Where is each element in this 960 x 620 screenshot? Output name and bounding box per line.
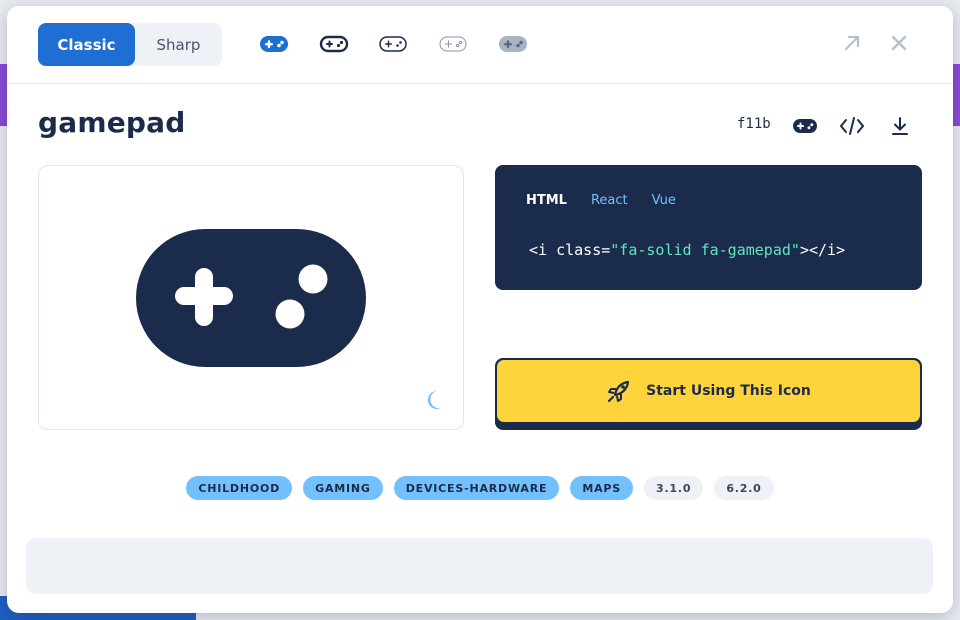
code-prefix: <i class= — [529, 241, 611, 259]
version-badge[interactable]: 6.2.0 — [714, 476, 774, 500]
dark-mode-icon[interactable] — [427, 389, 447, 415]
version-badge[interactable]: 3.1.0 — [643, 476, 704, 500]
family-toggle: Classic Sharp — [38, 23, 222, 66]
thin-gamepad-icon[interactable] — [437, 32, 469, 56]
start-using-button[interactable]: Start Using This Icon — [495, 358, 922, 430]
code-line[interactable]: <i class="fa-solid fa-gamepad"></i> — [529, 241, 845, 259]
download-icon[interactable] — [886, 112, 914, 140]
code-class-value: "fa-solid fa-gamepad" — [610, 241, 800, 259]
expand-icon[interactable] — [841, 32, 863, 58]
modal-toolbar: Classic Sharp — [7, 6, 953, 84]
tag-gaming[interactable]: GAMING — [303, 476, 383, 500]
icon-detail-modal: Classic Sharp gamepad f11b HTML React Vu… — [7, 6, 953, 613]
start-using-face: Start Using This Icon — [497, 360, 920, 422]
modal-footer — [26, 538, 933, 594]
close-icon[interactable] — [889, 32, 909, 58]
solid-gamepad-icon[interactable] — [258, 32, 290, 56]
start-using-label: Start Using This Icon — [646, 383, 811, 399]
tag-devices-hardware[interactable]: DEVICES-HARDWARE — [393, 476, 560, 500]
tab-vue[interactable]: Vue — [652, 193, 676, 208]
tag-list: CHILDHOOD GAMING DEVICES-HARDWARE MAPS 3… — [7, 476, 953, 500]
tag-childhood[interactable]: CHILDHOOD — [186, 476, 293, 500]
gamepad-icon — [136, 229, 366, 367]
sharp-toggle-button[interactable]: Sharp — [135, 23, 222, 66]
rocket-icon — [608, 380, 630, 403]
icon-preview — [38, 165, 464, 430]
tab-react[interactable]: React — [591, 193, 628, 208]
copy-code-icon[interactable] — [838, 112, 866, 140]
code-snippet-panel: HTML React Vue <i class="fa-solid fa-gam… — [495, 165, 922, 290]
regular-gamepad-icon[interactable] — [318, 32, 350, 56]
code-suffix: ></i> — [799, 241, 846, 259]
duotone-gamepad-icon[interactable] — [497, 32, 529, 56]
copy-glyph-icon[interactable] — [791, 112, 819, 140]
icon-title: gamepad — [38, 106, 186, 139]
unicode-code[interactable]: f11b — [737, 116, 771, 132]
tab-html[interactable]: HTML — [526, 193, 567, 208]
classic-toggle-button[interactable]: Classic — [38, 23, 135, 66]
tag-maps[interactable]: MAPS — [570, 476, 633, 500]
light-gamepad-icon[interactable] — [377, 32, 409, 56]
code-tabs: HTML React Vue — [526, 193, 676, 208]
